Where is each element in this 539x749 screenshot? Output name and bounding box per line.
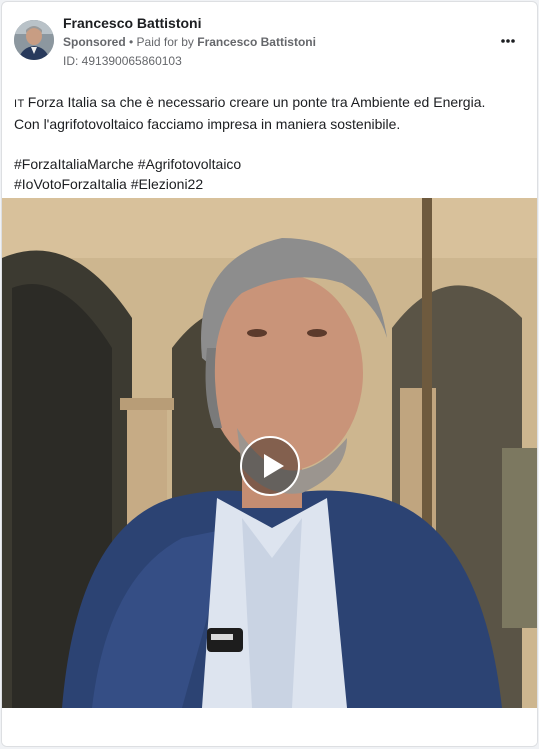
hashtags-line-2[interactable]: #IoVotoForzaItalia #Elezioni22 xyxy=(14,174,524,194)
paid-for-name: Francesco Battistoni xyxy=(197,35,316,49)
meta-separator: • xyxy=(125,35,137,49)
ad-id: ID: 491390065860103 xyxy=(63,54,182,68)
post-text: IT Forza Italia sa che è necessario crear… xyxy=(14,92,524,194)
sponsored-label: Sponsored xyxy=(63,35,126,49)
author-name[interactable]: Francesco Battistoni xyxy=(63,15,201,31)
post-header: Francesco Battistoni Sponsored • Paid fo… xyxy=(2,2,537,74)
avatar-photo xyxy=(14,20,54,60)
post-footer xyxy=(2,708,537,746)
paid-for-label: Paid for by xyxy=(136,35,198,49)
post-text-line-2: Con l'agrifotovoltaico facciamo impresa … xyxy=(14,116,401,132)
hashtags-line-1[interactable]: #ForzaItaliaMarche #Agrifotovoltaico xyxy=(14,154,524,174)
more-options-icon xyxy=(501,39,515,43)
sponsored-line: Sponsored • Paid for by Francesco Battis… xyxy=(63,35,316,49)
more-options-button[interactable] xyxy=(495,29,521,53)
play-button[interactable] xyxy=(240,436,300,496)
author-avatar[interactable] xyxy=(14,20,54,60)
post-text-content-1: Forza Italia sa che è necessario creare … xyxy=(27,94,486,110)
ad-card: Francesco Battistoni Sponsored • Paid fo… xyxy=(1,1,538,747)
language-badge: IT xyxy=(14,98,25,110)
post-text-line-1: IT Forza Italia sa che è necessario crear… xyxy=(14,92,524,114)
